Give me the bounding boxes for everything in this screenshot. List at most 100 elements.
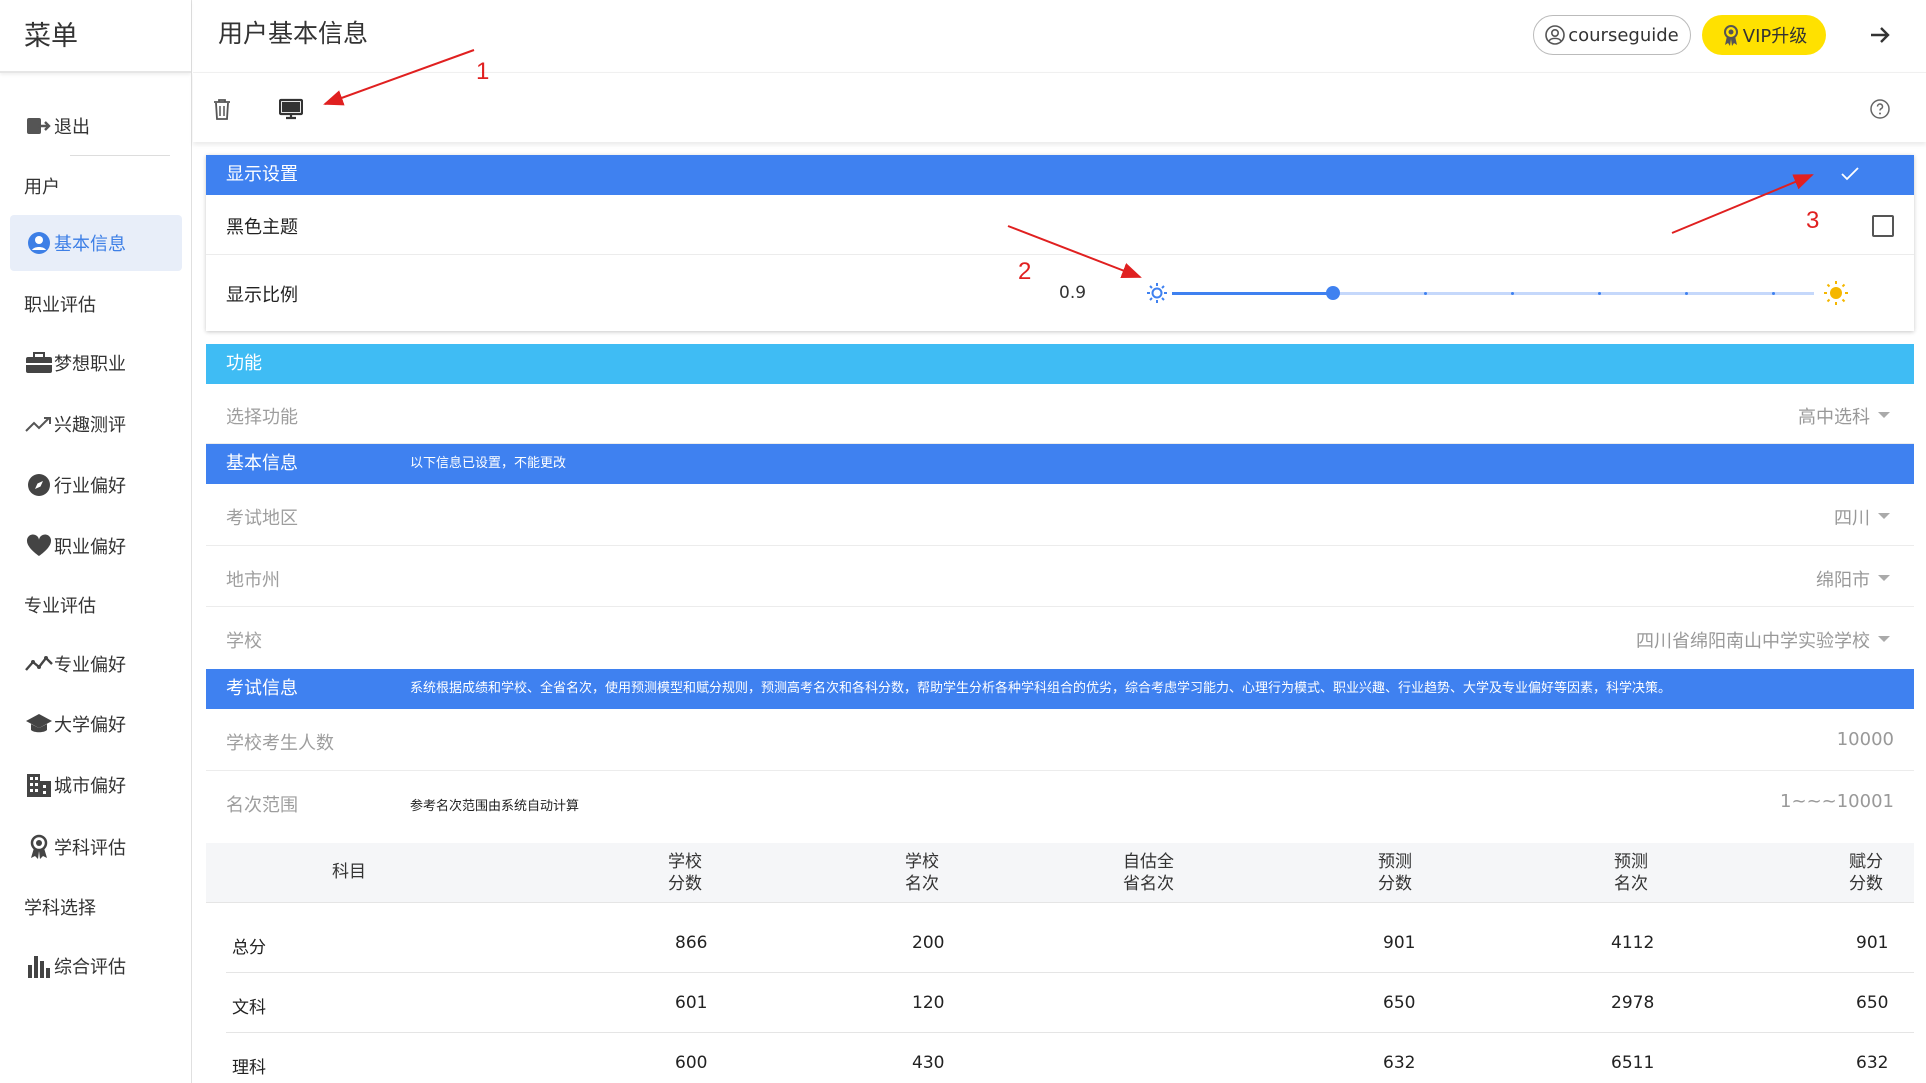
exam-info-subheader: 考试信息 系统根据成绩和学校、全省名次，使用预测模型和赋分规则，预测高考名次和各… — [206, 669, 1914, 709]
table-header-line: 分数 — [1378, 874, 1412, 894]
basic-info-title: 基本信息 — [226, 453, 298, 474]
monitor-icon[interactable] — [274, 92, 308, 126]
table-header-line: 赋分 — [1849, 852, 1883, 872]
trending-icon — [24, 409, 54, 439]
function-title: 功能 — [226, 353, 262, 374]
slider-tick — [1424, 292, 1427, 295]
sidebar-item-label: 专业偏好 — [54, 655, 126, 676]
table-cell-subject: 理科 — [232, 1058, 266, 1078]
dark-theme-row: 黑色主题 — [206, 195, 1914, 255]
chevron-down-icon — [1878, 513, 1890, 519]
sidebar-section-career: 职业评估 — [10, 276, 182, 332]
table-cell: 901 — [1383, 933, 1416, 953]
sidebar-item-label: 退出 — [54, 117, 90, 138]
delete-icon[interactable] — [205, 92, 239, 126]
chevron-down-icon — [1878, 412, 1890, 418]
student-count-label: 学校考生人数 — [226, 733, 334, 754]
rank-range-note: 参考名次范围由系统自动计算 — [410, 799, 580, 814]
table-header-line: 分数 — [668, 874, 702, 894]
sidebar-divider — [70, 155, 170, 156]
arrow-right-icon[interactable] — [1863, 18, 1897, 52]
dark-theme-checkbox[interactable] — [1872, 215, 1894, 237]
user-name: courseguide — [1568, 24, 1679, 46]
account-circle-icon — [24, 228, 54, 258]
slider-thumb[interactable] — [1325, 286, 1340, 300]
school-value: 四川省绵阳南山中学实验学校 — [1636, 631, 1870, 652]
scale-value: 0.9 — [1059, 283, 1087, 303]
sidebar-section-user: 用户 — [10, 158, 182, 214]
compass-icon — [24, 470, 54, 500]
select-function-value: 高中选科 — [1798, 407, 1870, 428]
table-cell: 632 — [1856, 1053, 1889, 1073]
sidebar-item-label: 学科评估 — [54, 838, 126, 859]
table-cell: 2978 — [1611, 993, 1655, 1013]
sidebar-item-industry-pref[interactable]: 行业偏好 — [10, 457, 182, 513]
table-header-school-score: 学校 分数 — [668, 851, 702, 895]
display-settings-header: 显示设置 — [206, 155, 1914, 195]
table-header-line: 学校 — [905, 852, 939, 872]
help-icon[interactable] — [1863, 92, 1897, 126]
table-cell: 120 — [912, 993, 945, 1013]
table-header-assigned-score: 赋分 分数 — [1849, 851, 1883, 895]
table-header-school-rank: 学校 名次 — [905, 851, 939, 895]
top-bar: 用户基本信息 courseguide VIP升级 — [193, 0, 1926, 72]
vip-upgrade-button[interactable]: VIP升级 — [1702, 15, 1826, 55]
table-header-subject: 科目 — [332, 861, 366, 883]
sidebar-item-dream-career[interactable]: 梦想职业 — [10, 335, 182, 391]
city-row[interactable]: 地市州 绵阳市 — [206, 546, 1914, 607]
sidebar-item-career-pref[interactable]: 职业偏好 — [10, 518, 182, 574]
table-header-line: 名次 — [1614, 874, 1648, 894]
annotation-label-1: 1 — [476, 58, 490, 85]
user-account-button[interactable]: courseguide — [1533, 15, 1691, 55]
table-header-self-rank: 自估全 省名次 — [1123, 851, 1174, 895]
school-row[interactable]: 学校 四川省绵阳南山中学实验学校 — [206, 607, 1914, 669]
sidebar-item-logout[interactable]: 退出 — [10, 98, 182, 154]
exam-region-row[interactable]: 考试地区 四川 — [206, 484, 1914, 546]
briefcase-icon — [24, 348, 54, 378]
check-icon[interactable] — [1840, 165, 1860, 183]
sidebar-item-overall-eval[interactable]: 综合评估 — [10, 938, 182, 994]
table-cell: 632 — [1383, 1053, 1416, 1073]
table-cell: 4112 — [1611, 933, 1655, 953]
slider-tick — [1772, 292, 1775, 295]
table-header-line: 预测 — [1614, 852, 1648, 872]
table-cell: 600 — [675, 1053, 708, 1073]
slider-tick — [1685, 292, 1688, 295]
chevron-down-icon — [1878, 636, 1890, 642]
sidebar-item-label: 综合评估 — [54, 957, 126, 978]
scale-row: 显示比例 0.9 — [206, 255, 1914, 331]
table-header-line: 科目 — [332, 862, 366, 882]
display-settings-panel: 显示设置 黑色主题 显示比例 0.9 — [206, 155, 1914, 331]
sidebar-title: 菜单 — [0, 0, 191, 73]
select-function-row[interactable]: 选择功能 高中选科 — [206, 384, 1914, 444]
sidebar-item-subject-eval[interactable]: 学科评估 — [10, 819, 182, 875]
sidebar-item-label: 梦想职业 — [54, 354, 126, 375]
table-row: 文科 601 120 650 2978 650 — [226, 973, 1914, 1033]
table-cell: 430 — [912, 1053, 945, 1073]
sidebar-section-label: 专业评估 — [24, 596, 96, 617]
city-label: 地市州 — [226, 570, 280, 591]
table-cell: 200 — [912, 933, 945, 953]
scale-label: 显示比例 — [226, 285, 298, 306]
table-header-line: 分数 — [1849, 874, 1883, 894]
award-icon — [1721, 24, 1741, 46]
sidebar-item-university-pref[interactable]: 大学偏好 — [10, 696, 182, 752]
basic-info-note: 以下信息已设置，不能更改 — [410, 456, 567, 471]
page-title: 用户基本信息 — [218, 19, 369, 48]
table-row: 总分 866 200 901 4112 901 — [226, 913, 1914, 973]
sidebar-item-interest-test[interactable]: 兴趣测评 — [10, 396, 182, 452]
table-cell-subject: 总分 — [232, 938, 266, 958]
sidebar-item-basic-info[interactable]: 基本信息 — [10, 215, 182, 271]
sidebar-item-label: 职业偏好 — [54, 537, 126, 558]
sidebar-item-major-pref[interactable]: 专业偏好 — [10, 636, 182, 692]
sidebar-item-city-pref[interactable]: 城市偏好 — [10, 757, 182, 813]
table-cell: 650 — [1856, 993, 1889, 1013]
sidebar-section-subject-select: 学科选择 — [10, 879, 182, 935]
table-header-line: 省名次 — [1123, 874, 1174, 894]
exam-info-title: 考试信息 — [226, 678, 298, 699]
table-header-line: 名次 — [905, 874, 939, 894]
table-cell: 6511 — [1611, 1053, 1655, 1073]
scale-slider[interactable] — [1172, 286, 1814, 300]
sidebar-item-label: 城市偏好 — [54, 776, 126, 797]
slider-tick — [1598, 292, 1601, 295]
